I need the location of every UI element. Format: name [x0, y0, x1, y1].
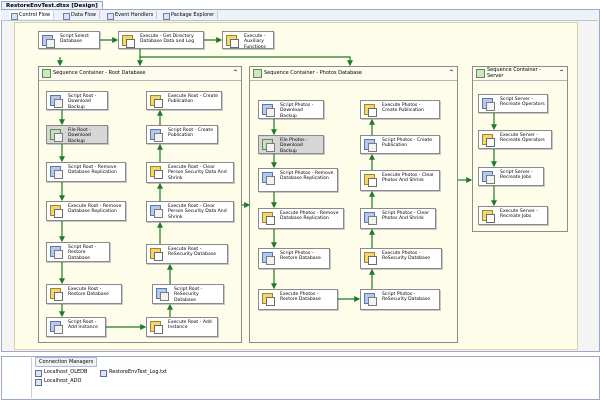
task-execute-photos-clear-photos-shrink[interactable]: Execute Photos - Clear Photos And Shrink — [360, 170, 440, 191]
task-file-photos-download-backup[interactable]: File Photos - Download Backup — [258, 135, 324, 154]
task-execute-root-create-publication[interactable]: Execute Root - Create Publication — [146, 91, 222, 110]
sequence-container-icon — [476, 69, 485, 78]
execute-sql-task-icon — [364, 174, 377, 187]
task-script-root-restore-database[interactable]: Script Root - Restore Database — [46, 242, 110, 262]
tab-event-handlers[interactable]: Event Handlers — [105, 11, 158, 20]
oledb-connection-icon — [35, 369, 42, 377]
task-script-root-resecurity-database[interactable]: Script Root - ReSecurity Database — [152, 284, 224, 304]
ado-connection-icon — [35, 378, 42, 386]
task-execute-root-restore-database[interactable]: Execute Root - Restore Database — [46, 284, 122, 304]
task-script-photos-create-publication[interactable]: Script Photos - Create Publication — [360, 135, 440, 154]
task-script-server-recreate-operators[interactable]: Script Server - Recreate Operators — [478, 94, 548, 113]
script-task-icon — [150, 129, 163, 142]
task-execute-photos-create-publication[interactable]: Execute Photos - Create Publication — [360, 100, 440, 119]
script-task-icon — [262, 104, 275, 117]
script-task-icon — [364, 139, 377, 152]
task-execute-photos-remove-replication[interactable]: Execute Photos - Remove Database Replica… — [258, 208, 344, 229]
execute-sql-task-icon — [50, 288, 63, 301]
file-system-task-icon — [262, 139, 275, 152]
task-script-root-add-instance[interactable]: Script Root - Add Instance — [46, 317, 106, 337]
execute-sql-task-icon — [364, 104, 377, 117]
file-system-task-icon — [50, 129, 63, 142]
task-execute-auxiliary-functions[interactable]: Execute - Auxiliary Functions — [222, 31, 274, 50]
sequence-container-icon — [253, 69, 262, 78]
script-task-icon — [50, 166, 63, 179]
task-script-root-create-publication[interactable]: Script Root - Create Publication — [146, 125, 218, 144]
tab-control-flow[interactable]: Control Flow — [9, 11, 55, 20]
task-script-photos-remove-replication[interactable]: Script Photos - Remove Database Replicat… — [258, 168, 338, 192]
designer-tab-bar: Control Flow Data Flow Event Handlers Pa… — [1, 10, 598, 21]
execute-sql-task-icon — [482, 210, 495, 223]
script-task-icon — [364, 293, 377, 306]
script-task-icon — [364, 212, 377, 225]
container-header: Sequence Container - Root Database ⌃ — [39, 67, 241, 81]
task-execute-photos-resecurity-database[interactable]: Execute Photos - ReSecurity Database — [360, 248, 442, 269]
task-script-photos-clear-photos-shrink[interactable]: Script Photos - Clear Photos And Shrink — [360, 208, 436, 229]
execute-sql-task-icon — [262, 212, 275, 225]
execute-sql-task-icon — [364, 252, 377, 265]
task-execute-root-clear-person-security[interactable]: Execute Root - Clear Person Security Dat… — [146, 162, 234, 183]
collapse-icon[interactable]: ⌃ — [449, 68, 454, 78]
event-handlers-icon — [107, 12, 114, 20]
script-task-icon — [262, 172, 275, 185]
tab-data-flow[interactable]: Data Flow — [61, 11, 100, 20]
script-task-icon — [482, 171, 495, 184]
task-script-root-download-backup[interactable]: Script Root - Download Backup — [46, 91, 108, 110]
sequence-container-icon — [42, 69, 51, 78]
task-execute-root-remove-replication[interactable]: Execute Root - Remove Database Replicati… — [46, 201, 126, 221]
task-script-select-database[interactable]: Script Select Database — [38, 31, 100, 49]
execute-sql-task-icon — [150, 321, 163, 334]
script-task-icon — [50, 95, 63, 108]
task-file-root-download-backup[interactable]: File Root - Download Backup — [46, 125, 108, 144]
execute-sql-task-icon — [482, 134, 495, 147]
execute-sql-task-icon — [226, 35, 239, 48]
script-task-icon — [50, 246, 63, 259]
collapse-icon[interactable]: ⌃ — [559, 68, 564, 78]
task-execute-server-recreate-operators[interactable]: Execute Server - Recreate Operators — [478, 130, 552, 149]
task-execute-photos-restore-database[interactable]: Execute Photos - Restore Database — [258, 289, 338, 310]
tab-package-explorer[interactable]: Package Explorer — [161, 11, 219, 20]
execute-sql-task-icon — [50, 205, 63, 218]
task-execute-server-recreate-jobs[interactable]: Execute Server - Recreate Jobs — [478, 206, 548, 225]
script-task-icon — [262, 252, 275, 265]
task-execute-get-directory[interactable]: Execute - Get Directory Database Data an… — [118, 31, 204, 49]
package-explorer-icon — [163, 12, 170, 20]
script-task-icon — [150, 205, 163, 218]
execute-sql-task-icon — [150, 248, 163, 261]
task-script-photos-resecurity-database[interactable]: Script Photos - ReSecurity Database — [360, 289, 440, 310]
connection-manager-item[interactable]: RestoreEnvTest_Log.txt — [100, 369, 167, 377]
script-task-icon — [156, 288, 169, 301]
task-execute-root-add-instance[interactable]: Execute Root - Add Instance — [146, 317, 218, 337]
data-flow-icon — [63, 12, 70, 20]
connection-manager-item[interactable]: Localhost_OLEDB — [35, 369, 87, 377]
execute-sql-task-icon — [122, 35, 135, 48]
container-header: Sequence Container - Server ⌃ — [473, 67, 567, 81]
task-script-root-clear-person-security[interactable]: Execute Root - Clear Person Security Dat… — [146, 201, 234, 222]
task-script-photos-restore-database[interactable]: Script Photos - Restore Database — [258, 248, 330, 269]
connection-managers-panel[interactable]: Connection Managers Localhost_OLEDB Rest… — [1, 356, 600, 400]
container-header: Sequence Container - Photos Database ⌃ — [250, 67, 457, 81]
execute-sql-task-icon — [150, 95, 163, 108]
task-script-server-recreate-jobs[interactable]: Script Server - Recreate Jobs — [478, 167, 544, 186]
task-execute-root-resecurity-database[interactable]: Execute Root - ReSecurity Database — [146, 244, 228, 264]
control-flow-icon — [11, 12, 18, 20]
script-task-icon — [50, 321, 63, 334]
panel-divider — [31, 356, 32, 398]
execute-sql-task-icon — [262, 293, 275, 306]
connection-managers-tab[interactable]: Connection Managers — [35, 357, 98, 367]
script-task-icon — [482, 98, 495, 111]
task-script-photos-download-backup[interactable]: Script Photos - Download Backup — [258, 100, 324, 119]
collapse-icon[interactable]: ⌃ — [233, 68, 238, 78]
task-script-root-remove-replication[interactable]: Script Root - Remove Database Replicatio… — [46, 162, 126, 182]
connection-manager-item[interactable]: Localhost_ADO — [35, 378, 81, 386]
script-task-icon — [42, 35, 55, 48]
execute-sql-task-icon — [150, 166, 163, 179]
flat-file-connection-icon — [100, 369, 107, 377]
